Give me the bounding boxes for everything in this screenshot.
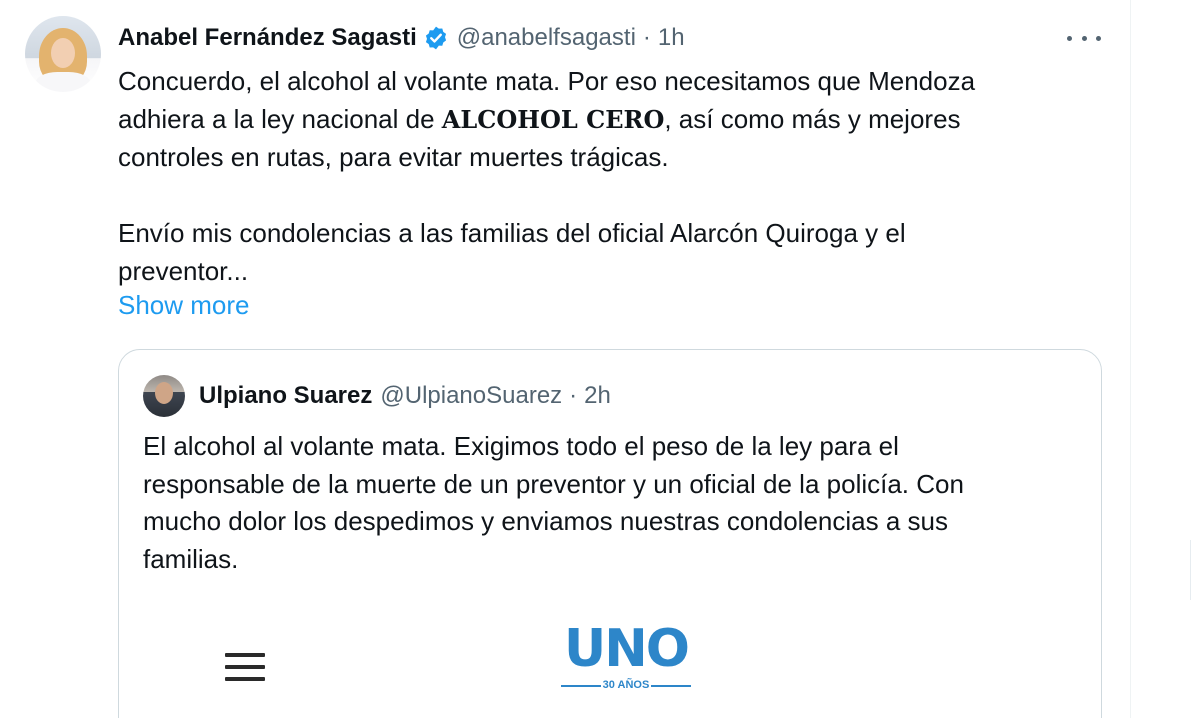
header-separator: ·	[642, 24, 651, 51]
more-dot	[1081, 35, 1087, 41]
logo-text: UNO	[564, 619, 690, 679]
more-options-icon[interactable]	[1067, 25, 1101, 51]
avatar-shirt	[35, 72, 91, 92]
tweet-text: Concuerdo, el alcohol al volante mata. P…	[118, 62, 1108, 290]
uno-logo: UNO 30 AÑOS	[551, 620, 701, 700]
tweet-text-line: adhiera a la ley nacional de ALCOHOL CER…	[118, 100, 1108, 138]
avatar-face	[155, 382, 173, 404]
tweet-text-fragment: , así como más y mejores	[664, 104, 961, 134]
hamburger-menu-icon	[225, 653, 265, 681]
more-dot	[1067, 35, 1072, 41]
more-dot	[1096, 35, 1101, 41]
quoted-tweet-text: El alcohol al volante mata. Exigimos tod…	[143, 428, 1083, 578]
tweet-text-line: controles en rutas, para evitar muertes …	[118, 142, 669, 172]
scrollbar-edge[interactable]	[1190, 540, 1200, 600]
quoted-text-line: mucho dolor los despedimos y enviamos nu…	[143, 506, 948, 536]
tweet-text-line: Concuerdo, el alcohol al volante mata. P…	[118, 66, 976, 96]
quoted-tweet-time[interactable]: 2h	[584, 382, 611, 410]
tweet-text-line: Envío mis condolencias a las familias de…	[118, 218, 906, 248]
tweet-time[interactable]: 1h	[658, 24, 685, 52]
author-name[interactable]: Anabel Fernández Sagasti	[118, 24, 417, 52]
author-handle[interactable]: @anabelfsagasti	[457, 24, 636, 52]
quoted-text-line: familias.	[143, 543, 239, 574]
show-more-link[interactable]: Show more	[118, 290, 250, 321]
right-sidebar	[1130, 0, 1200, 718]
author-avatar[interactable]	[25, 16, 101, 92]
quoted-author-avatar[interactable]	[143, 375, 185, 417]
quoted-text-line: responsable de la muerte de un preventor…	[143, 468, 964, 499]
quoted-text-line: El alcohol al volante mata. Exigimos tod…	[143, 431, 899, 461]
tweet-text-fragment: adhiera a la ley nacional de	[118, 104, 442, 134]
tweet-text-line: preventor...	[118, 256, 249, 286]
hamburger-bar	[225, 665, 265, 669]
avatar-face	[51, 38, 75, 68]
quoted-tweet-header: Ulpiano Suarez @UlpianoSuarez · 2h	[199, 382, 611, 410]
verified-badge-icon	[425, 26, 446, 50]
quoted-author-handle[interactable]: @UlpianoSuarez	[380, 382, 562, 410]
tweet-bold-text: ALCOHOL CERO	[441, 105, 665, 134]
tweet[interactable]: Anabel Fernández Sagasti @anabelfsagasti…	[0, 0, 1130, 718]
quoted-author-name[interactable]: Ulpiano Suarez	[199, 382, 372, 410]
hamburger-bar	[225, 677, 265, 681]
hamburger-bar	[225, 653, 265, 657]
logo-subtext: 30 AÑOS	[551, 678, 701, 692]
tweet-header: Anabel Fernández Sagasti @anabelfsagasti…	[118, 22, 685, 54]
quoted-tweet[interactable]: Ulpiano Suarez @UlpianoSuarez · 2h El al…	[118, 349, 1102, 718]
quoted-header-separator: ·	[569, 382, 578, 409]
